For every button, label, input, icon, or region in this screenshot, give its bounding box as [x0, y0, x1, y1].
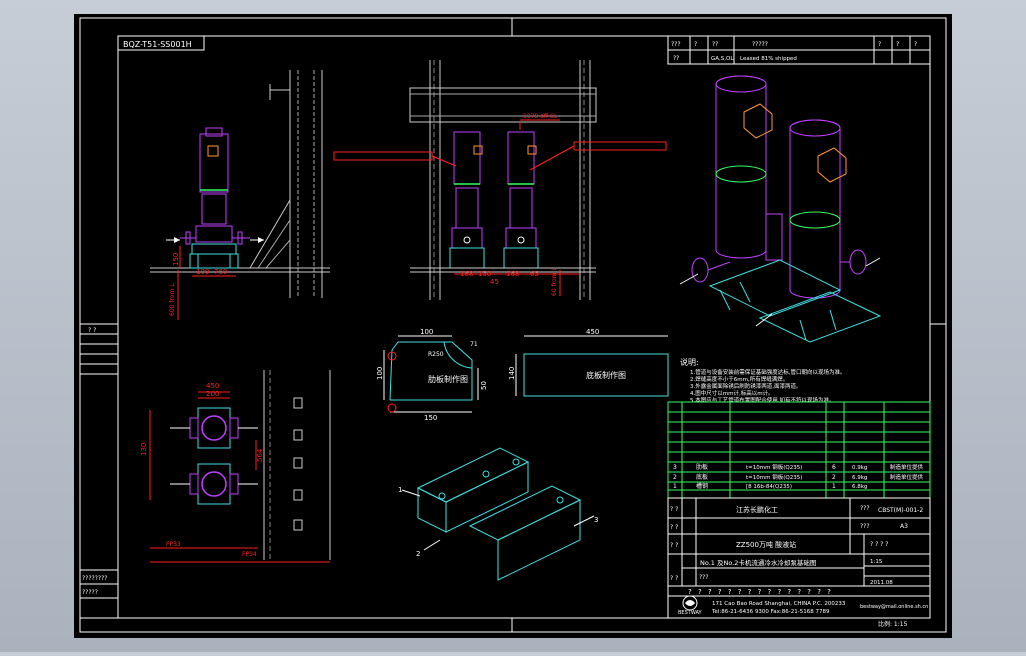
svg-text:???: ??? [671, 41, 681, 48]
svg-text:150: 150 [424, 414, 437, 422]
svg-text:?: ? [914, 41, 917, 48]
ref-code: BQZ-T51-SS001H [123, 40, 192, 49]
svg-text:450: 450 [586, 328, 599, 336]
svg-text:???: ??? [860, 505, 870, 512]
svg-text:600 from L: 600 from L [169, 283, 176, 316]
svg-text:100: 100 [196, 268, 209, 276]
svg-text:?: ? [896, 41, 899, 48]
cad-viewport[interactable]: BQZ-T51-SS001H ? ? ???????? ????? 150 60… [0, 0, 1026, 652]
svg-text:? ? ? ?: ? ? ? ? [870, 541, 888, 548]
sheet-size: A3 [900, 523, 908, 530]
svg-text:槽钢: 槽钢 [696, 482, 708, 490]
svg-text:3: 3 [594, 516, 598, 524]
svg-text:GA,S,OL: GA,S,OL [711, 56, 734, 62]
svg-text:?: ? [694, 41, 697, 48]
svg-text:肋板: 肋板 [696, 463, 708, 471]
svg-text:?: ? [878, 41, 881, 48]
base-plate-label: 底板制作图 [586, 370, 626, 380]
svg-text:60 from L: 60 from L [551, 267, 558, 296]
left-label-mid2: ????? [82, 589, 98, 596]
scale-value: 1:15 [870, 559, 883, 565]
svg-text:150: 150 [172, 253, 180, 266]
drawing-date: 2011.08 [870, 580, 893, 586]
svg-text:底板: 底板 [696, 473, 708, 481]
svg-text:制造单位提供: 制造单位提供 [890, 463, 924, 471]
svg-text:FP34: FP34 [242, 551, 257, 558]
svg-text:???: ??? [860, 523, 870, 530]
model-space [74, 14, 952, 638]
svg-text:1: 1 [832, 483, 836, 490]
svg-text:??: ?? [673, 55, 679, 62]
svg-text:50: 50 [480, 381, 488, 390]
svg-text:100: 100 [376, 367, 384, 380]
note-line: 4.图中尺寸以mm计,标高以m计。 [690, 389, 774, 397]
svg-text:1: 1 [673, 483, 677, 490]
svg-text:0.9kg: 0.9kg [852, 465, 867, 471]
svg-text:130: 130 [140, 443, 148, 456]
svg-text:65: 65 [530, 270, 539, 278]
note-line: 3.外露金属面除锈后刷防锈漆两道,面漆两道。 [690, 382, 802, 390]
svg-text:150: 150 [478, 270, 491, 278]
svg-text:168: 168 [460, 270, 473, 278]
left-label-top: ? ? [88, 327, 96, 334]
svg-text:6.8kg: 6.8kg [852, 484, 867, 490]
logo-text: BESTWAY [678, 610, 703, 616]
pipe-mark: 1078 off CL [523, 113, 558, 120]
svg-text:???: ??? [699, 574, 709, 581]
svg-text:3: 3 [673, 464, 677, 471]
svg-text:Leased 81% shipped: Leased 81% shipped [740, 56, 797, 62]
svg-text:100: 100 [420, 328, 433, 336]
svg-text:564: 564 [256, 448, 264, 462]
drawing-canvas: BQZ-T51-SS001H ? ? ???????? ????? 150 60… [74, 14, 952, 638]
project-name: ZZ500万吨 酸液站 [736, 540, 796, 549]
address-line-2: Tel:86-21-6436 9300 Fax:86-21-5168 7789 [711, 609, 830, 615]
svg-text:[8 16b-84(Q235): [8 16b-84(Q235) [746, 484, 792, 490]
svg-text:71: 71 [470, 341, 478, 348]
rib-plate-label: 肋板制作图 [428, 374, 468, 384]
svg-text:??: ?? [712, 41, 718, 48]
svg-text:200: 200 [206, 390, 219, 398]
svg-text:?????: ????? [752, 41, 768, 48]
svg-text:? ?: ? ? [670, 524, 678, 531]
svg-text:140: 140 [508, 367, 516, 380]
svg-text:2: 2 [416, 550, 420, 558]
svg-text:450: 450 [206, 382, 219, 390]
note-line: 2.焊缝高度不小于6mm,所有焊缝满焊。 [690, 375, 788, 383]
svg-text:? ?: ? ? [670, 542, 678, 549]
note-line: 1.管道与设备安装前需保证基础强度达标,管口朝向以现场为准。 [690, 368, 846, 376]
contact-email: bestway@mail.online.sh.cn [860, 604, 928, 610]
svg-text:? ?: ? ? [670, 506, 678, 513]
svg-text:制造单位提供: 制造单位提供 [890, 473, 924, 481]
address-line-1: 171 Cao Bao Road Shanghai, CHINA P.C. 20… [712, 601, 846, 607]
svg-text:FP33: FP33 [166, 541, 181, 548]
drawing-number: CBST(M)-001-2 [878, 507, 923, 514]
footer-code: 比例: 1:15 [878, 620, 908, 628]
svg-text:2: 2 [832, 474, 836, 481]
svg-text:t=10mm 钢板(Q235): t=10mm 钢板(Q235) [746, 473, 802, 481]
svg-text:6: 6 [832, 464, 836, 471]
svg-text:45: 45 [490, 278, 499, 286]
svg-text:R250: R250 [428, 351, 444, 358]
left-label-mid1: ???????? [82, 575, 107, 582]
notes-title: 说明: [680, 357, 699, 367]
svg-text:1: 1 [398, 486, 402, 494]
qmark-row: ? ? ? ? ? ? ? ? ? ? ? ? ? ? ? [688, 588, 833, 596]
svg-text:760: 760 [214, 268, 227, 276]
svg-text:6.9kg: 6.9kg [852, 475, 867, 481]
company-name: 江苏长鹏化工 [736, 505, 778, 514]
svg-text:t=10mm 钢板(Q235): t=10mm 钢板(Q235) [746, 463, 802, 471]
note-line: 5.本图应与工艺管道布置图配合使用,如有不符以现场为准。 [690, 396, 835, 404]
svg-text:2: 2 [673, 474, 677, 481]
svg-text:168: 168 [506, 270, 519, 278]
drawing-title: No.1 及No.2卡机流通冷水冷却泵基础图 [700, 558, 816, 567]
svg-text:? ?: ? ? [670, 575, 678, 582]
